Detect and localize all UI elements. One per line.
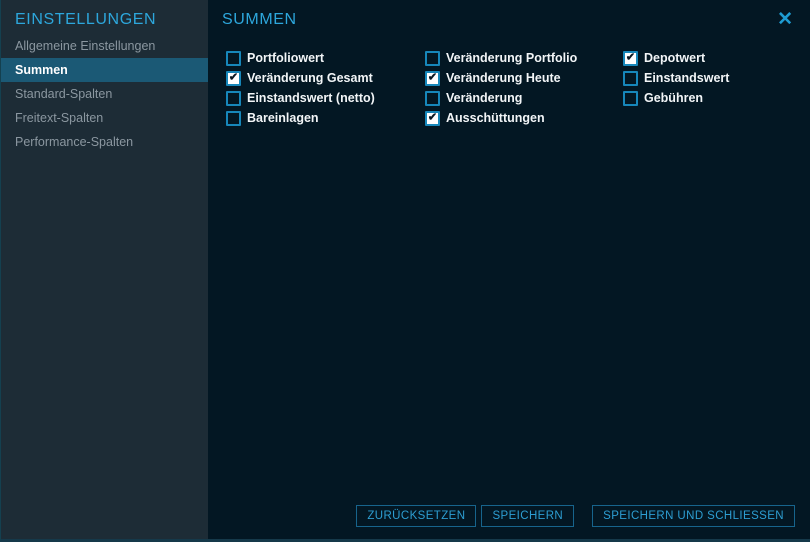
sidebar-title: EINSTELLUNGEN	[1, 0, 208, 34]
checkbox[interactable]: ✔	[425, 111, 440, 126]
checkbox-row-veränderung[interactable]: Veränderung	[425, 88, 623, 108]
check-icon: ✔	[626, 52, 635, 63]
checkbox-grid: Portfoliowert ✔ Veränderung Gesamt Einstand…	[226, 48, 800, 128]
checkbox[interactable]: ✔	[425, 71, 440, 86]
sidebar-item-performance-spalten[interactable]: Performance-Spalten	[1, 130, 208, 154]
checkbox[interactable]	[623, 71, 638, 86]
checkbox[interactable]	[226, 91, 241, 106]
checkbox-label: Bareinlagen	[247, 111, 319, 125]
sidebar-item-freitext-spalten[interactable]: Freitext-Spalten	[1, 106, 208, 130]
checkbox-row-ausschüttungen[interactable]: ✔ Ausschüttungen	[425, 108, 623, 128]
sidebar-item-summen[interactable]: Summen	[1, 58, 208, 82]
checkbox-label: Veränderung	[446, 91, 522, 105]
check-icon: ✔	[229, 72, 238, 83]
checkbox-row-veränderung-gesamt[interactable]: ✔ Veränderung Gesamt	[226, 68, 425, 88]
checkbox-label: Ausschüttungen	[446, 111, 545, 125]
checkbox[interactable]	[425, 51, 440, 66]
checkbox[interactable]	[226, 111, 241, 126]
speichern-und-schliessen-button[interactable]: SPEICHERN UND SCHLIESSEN	[592, 505, 795, 527]
checkbox[interactable]	[425, 91, 440, 106]
checkbox-row-veränderung-heute[interactable]: ✔ Veränderung Heute	[425, 68, 623, 88]
check-icon: ✔	[428, 72, 437, 83]
checkbox-label: Einstandswert	[644, 71, 729, 85]
close-icon[interactable]: ✕	[777, 10, 793, 29]
zurücksetzen-button[interactable]: ZURÜCKSETZEN	[356, 505, 476, 527]
checkbox-row-einstandswert-netto[interactable]: Einstandswert (netto)	[226, 88, 425, 108]
checkbox-label: Portfoliowert	[247, 51, 324, 65]
checkbox-label: Depotwert	[644, 51, 705, 65]
checkbox-label: Veränderung Portfolio	[446, 51, 577, 65]
checkbox-column-3: ✔ Depotwert Einstandswert Gebühren	[623, 48, 800, 128]
checkbox-column-1: Portfoliowert ✔ Veränderung Gesamt Einstand…	[226, 48, 425, 128]
check-icon: ✔	[428, 112, 437, 123]
checkbox-row-depotwert[interactable]: ✔ Depotwert	[623, 48, 800, 68]
settings-dialog: EINSTELLUNGEN Allgemeine EinstellungenSu…	[0, 0, 810, 542]
checkbox-label: Veränderung Gesamt	[247, 71, 373, 85]
checkbox[interactable]: ✔	[623, 51, 638, 66]
main-panel: SUMMEN ✕ Portfoliowert ✔ Veränderung Gesam…	[208, 0, 810, 539]
sidebar-item-standard-spalten[interactable]: Standard-Spalten	[1, 82, 208, 106]
checkbox-row-veränderung-portfolio[interactable]: Veränderung Portfolio	[425, 48, 623, 68]
checkbox-row-einstandswert[interactable]: Einstandswert	[623, 68, 800, 88]
speichern-button[interactable]: SPEICHERN	[481, 505, 574, 527]
checkbox[interactable]	[226, 51, 241, 66]
checkbox-row-bareinlagen[interactable]: Bareinlagen	[226, 108, 425, 128]
checkbox[interactable]: ✔	[226, 71, 241, 86]
sidebar-item-allgemeine-einstellungen[interactable]: Allgemeine Einstellungen	[1, 34, 208, 58]
checkbox-row-gebühren[interactable]: Gebühren	[623, 88, 800, 108]
checkbox-label: Einstandswert (netto)	[247, 91, 375, 105]
checkbox-column-2: Veränderung Portfolio ✔ Veränderung Heute V…	[425, 48, 623, 128]
checkbox-label: Veränderung Heute	[446, 71, 561, 85]
sidebar: EINSTELLUNGEN Allgemeine EinstellungenSu…	[1, 0, 208, 539]
page-title: SUMMEN	[222, 11, 297, 29]
checkbox[interactable]	[623, 91, 638, 106]
checkbox-label: Gebühren	[644, 91, 703, 105]
checkbox-row-portfoliowert[interactable]: Portfoliowert	[226, 48, 425, 68]
footer-actions: ZURÜCKSETZENSPEICHERN SPEICHERN UND SCHLI…	[351, 505, 795, 527]
sidebar-nav: Allgemeine EinstellungenSummenStandard-S…	[1, 34, 208, 154]
